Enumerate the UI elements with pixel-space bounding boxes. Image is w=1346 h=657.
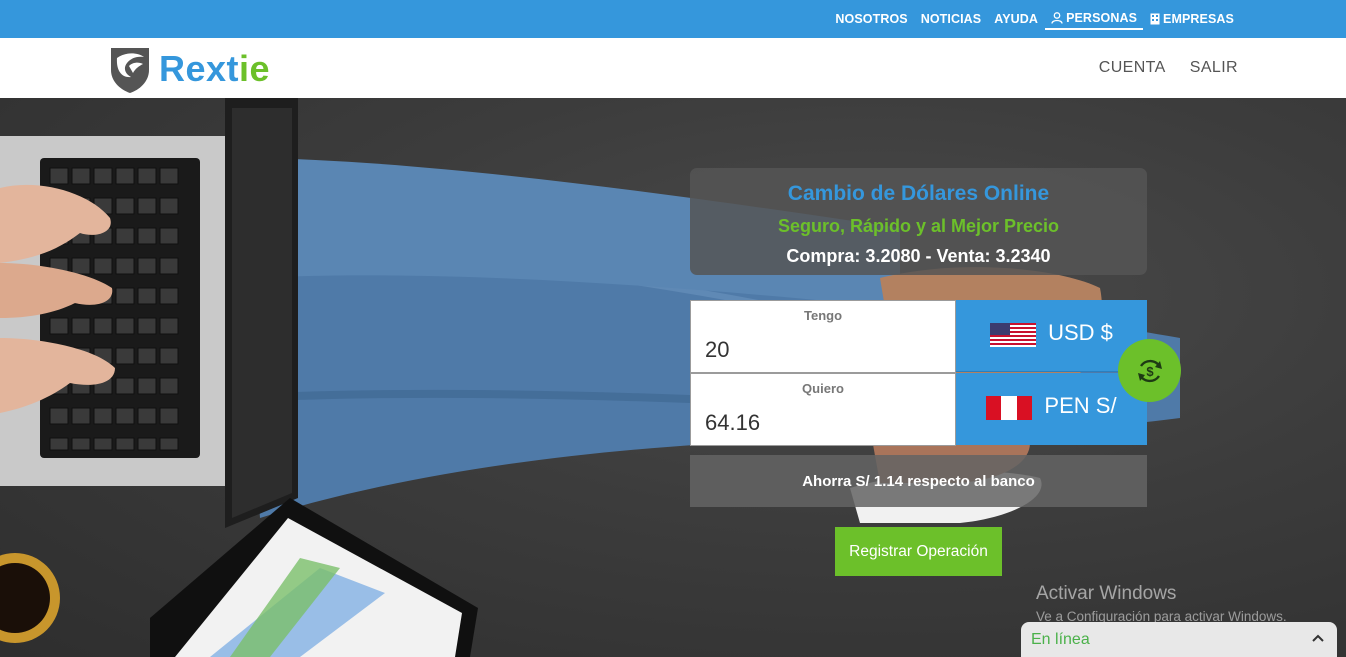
- want-amount-input[interactable]: [705, 410, 941, 436]
- have-currency-label: USD $: [1048, 320, 1113, 345]
- logo-text-accent: ie: [239, 48, 271, 89]
- rate-info-panel: Cambio de Dólares Online Seguro, Rápido …: [690, 168, 1147, 275]
- svg-text:$: $: [1146, 364, 1154, 379]
- user-icon: [1051, 12, 1063, 24]
- logo[interactable]: Rextie: [107, 44, 270, 94]
- savings-notice: Ahorra S/ 1.14 respecto al banco: [690, 455, 1147, 507]
- chevron-up-icon[interactable]: [1311, 632, 1325, 646]
- want-amount-field: Quiero: [690, 373, 956, 446]
- register-operation-button[interactable]: Registrar Operación: [835, 527, 1002, 576]
- top-nav-empresas[interactable]: EMPRESAS: [1144, 9, 1240, 29]
- building-icon: [1150, 13, 1160, 25]
- top-nav-personas[interactable]: PERSONAS: [1045, 8, 1144, 30]
- want-label: Quiero: [802, 381, 844, 396]
- have-amount-input[interactable]: [705, 337, 941, 363]
- swap-dollar-icon: $: [1137, 359, 1162, 382]
- us-flag-icon: [990, 323, 1037, 347]
- top-nav: NOSOTROS NOTICIAS AYUDA PERSONAS EMPRESA…: [828, 0, 1240, 38]
- have-amount-field: Tengo: [690, 300, 956, 373]
- hero-title: Cambio de Dólares Online: [787, 182, 1050, 205]
- top-nav-personas-label: PERSONAS: [1066, 11, 1138, 25]
- peru-flag-icon: [986, 396, 1033, 420]
- chat-status: En línea: [1031, 630, 1090, 648]
- logo-text: Rextie: [159, 48, 270, 90]
- site-header: Rextie CUENTA SALIR: [0, 38, 1346, 98]
- chat-widget[interactable]: En línea: [1021, 622, 1337, 657]
- nav-cuenta[interactable]: CUENTA: [1099, 59, 1166, 77]
- hero-section: Cambio de Dólares Online Seguro, Rápido …: [0, 98, 1346, 657]
- top-nav-nosotros[interactable]: NOSOTROS: [829, 9, 913, 29]
- hero-subtitle: Seguro, Rápido y al Mejor Precio: [777, 216, 1060, 236]
- main-nav: CUENTA SALIR: [1099, 38, 1238, 98]
- logo-text-main: Rext: [159, 48, 240, 89]
- nav-salir[interactable]: SALIR: [1190, 59, 1238, 77]
- windows-activation-title: Activar Windows: [1036, 583, 1177, 604]
- swap-currency-button[interactable]: $: [1118, 339, 1181, 402]
- top-nav-noticias[interactable]: NOTICIAS: [915, 9, 988, 29]
- shield-logo-icon: [111, 48, 149, 93]
- want-currency-selector[interactable]: PEN S/: [956, 373, 1147, 445]
- want-currency-label: PEN S/: [1044, 393, 1117, 418]
- exchange-rates: Compra: 3.2080 - Venta: 3.2340: [786, 246, 1051, 266]
- top-nav-empresas-label: EMPRESAS: [1163, 12, 1234, 26]
- top-nav-ayuda[interactable]: AYUDA: [988, 9, 1044, 29]
- top-bar: NOSOTROS NOTICIAS AYUDA PERSONAS EMPRESA…: [0, 0, 1346, 38]
- have-label: Tengo: [803, 308, 843, 323]
